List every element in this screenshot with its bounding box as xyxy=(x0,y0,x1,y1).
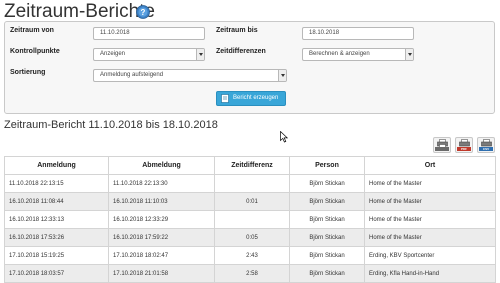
cell-ort: Home of the Master xyxy=(364,192,496,211)
zeitdifferenzen-selected-value: Berechnen & anzeigen xyxy=(309,51,370,57)
cell-zeitdifferenz: 0:01 xyxy=(214,192,290,211)
cell-ort: Home of the Master xyxy=(364,210,496,229)
table-row: 16.10.2018 11:08:44 16.10.2018 11:10:03 … xyxy=(4,192,496,211)
cell-anmeldung: 16.10.2018 17:53:26 xyxy=(4,228,109,247)
cell-abmeldung: 11.10.2018 22:13:30 xyxy=(108,174,215,193)
csv-tag: CSV xyxy=(479,147,493,151)
zeitraum-von-input[interactable]: 11.10.2018 xyxy=(93,27,205,40)
pdf-export-button[interactable]: PDF xyxy=(455,137,473,153)
pdf-tag: PDF xyxy=(457,147,471,151)
table-header-row: Anmeldung Abmeldung Zeitdifferenz Person… xyxy=(4,156,496,175)
bericht-erzeugen-button[interactable]: Bericht erzeugen xyxy=(216,91,286,106)
table-row: 16.10.2018 12:33:13 16.10.2018 12:33:29 … xyxy=(4,210,496,229)
kontrollpunkte-select[interactable]: Anzeigen xyxy=(93,48,205,61)
sortierung-label: Sortierung xyxy=(10,69,46,76)
sortierung-select[interactable]: Anmeldung aufsteigend xyxy=(93,69,287,82)
page-title: Zeitraum-Berichte xyxy=(4,1,155,22)
cell-abmeldung: 16.10.2018 11:10:03 xyxy=(108,192,215,211)
cell-person: Björn Stickan xyxy=(289,246,365,265)
chevron-down-icon xyxy=(405,49,413,60)
cell-person: Björn Stickan xyxy=(289,264,365,283)
cell-zeitdifferenz: 2:58 xyxy=(214,264,290,283)
mouse-cursor-icon xyxy=(280,131,288,143)
column-header-abmeldung[interactable]: Abmeldung xyxy=(108,156,215,175)
cell-person: Björn Stickan xyxy=(289,192,365,211)
cell-zeitdifferenz xyxy=(214,174,290,193)
cell-abmeldung: 16.10.2018 17:59:22 xyxy=(108,228,215,247)
cell-anmeldung: 17.10.2018 15:19:25 xyxy=(4,246,109,265)
cell-abmeldung: 16.10.2018 12:33:29 xyxy=(108,210,215,229)
cell-ort: Home of the Master xyxy=(364,228,496,247)
table-row: 17.10.2018 15:19:25 17.10.2018 18:02:47 … xyxy=(4,246,496,265)
zeitdifferenzen-select[interactable]: Berechnen & anzeigen xyxy=(302,48,414,61)
cell-ort: Erding, KBV Sportcenter xyxy=(364,246,496,265)
print-button[interactable] xyxy=(433,137,451,153)
cell-anmeldung: 17.10.2018 18:03:57 xyxy=(4,264,109,283)
cell-person: Björn Stickan xyxy=(289,210,365,229)
zeitraum-bis-label: Zeitraum bis xyxy=(216,27,258,34)
zeitraum-bis-input[interactable]: 18.10.2018 xyxy=(302,27,414,40)
table-row: 11.10.2018 22:13:15 11.10.2018 22:13:30 … xyxy=(4,174,496,193)
column-header-person[interactable]: Person xyxy=(289,156,365,175)
column-header-zeitdifferenz[interactable]: Zeitdifferenz xyxy=(214,156,290,175)
report-heading: Zeitraum-Bericht 11.10.2018 bis 18.10.20… xyxy=(4,119,218,131)
cell-ort: Erding, Kfla Hand-in-Hand xyxy=(364,264,496,283)
cell-anmeldung: 16.10.2018 12:33:13 xyxy=(4,210,109,229)
cell-abmeldung: 17.10.2018 18:02:47 xyxy=(108,246,215,265)
print-tag xyxy=(435,147,449,151)
table-row: 17.10.2018 18:03:57 17.10.2018 21:01:58 … xyxy=(4,264,496,283)
help-icon[interactable]: ? xyxy=(136,5,150,19)
cell-person: Björn Stickan xyxy=(289,228,365,247)
report-icon xyxy=(221,94,229,103)
cell-zeitdifferenz: 0:05 xyxy=(214,228,290,247)
cell-zeitdifferenz: 2:43 xyxy=(214,246,290,265)
cell-abmeldung: 17.10.2018 21:01:58 xyxy=(108,264,215,283)
cell-zeitdifferenz xyxy=(214,210,290,229)
column-header-anmeldung[interactable]: Anmeldung xyxy=(4,156,109,175)
zeitraum-von-label: Zeitraum von xyxy=(10,27,54,34)
report-table: Anmeldung Abmeldung Zeitdifferenz Person… xyxy=(4,156,496,283)
bericht-erzeugen-label: Bericht erzeugen xyxy=(233,95,279,101)
cell-anmeldung: 11.10.2018 22:13:15 xyxy=(4,174,109,193)
csv-export-button[interactable]: CSV xyxy=(477,137,495,153)
chevron-down-icon xyxy=(278,70,286,81)
chevron-down-icon xyxy=(196,49,204,60)
zeitdifferenzen-label: Zeitdifferenzen xyxy=(216,48,266,55)
column-header-ort[interactable]: Ort xyxy=(364,156,496,175)
cell-anmeldung: 16.10.2018 11:08:44 xyxy=(4,192,109,211)
cell-ort: Home of the Master xyxy=(364,174,496,193)
kontrollpunkte-label: Kontrollpunkte xyxy=(10,48,60,55)
kontrollpunkte-selected-value: Anzeigen xyxy=(100,51,126,57)
sortierung-selected-value: Anmeldung aufsteigend xyxy=(100,72,164,78)
svg-text:?: ? xyxy=(141,8,146,17)
table-row: 16.10.2018 17:53:26 16.10.2018 17:59:22 … xyxy=(4,228,496,247)
cell-person: Björn Stickan xyxy=(289,174,365,193)
